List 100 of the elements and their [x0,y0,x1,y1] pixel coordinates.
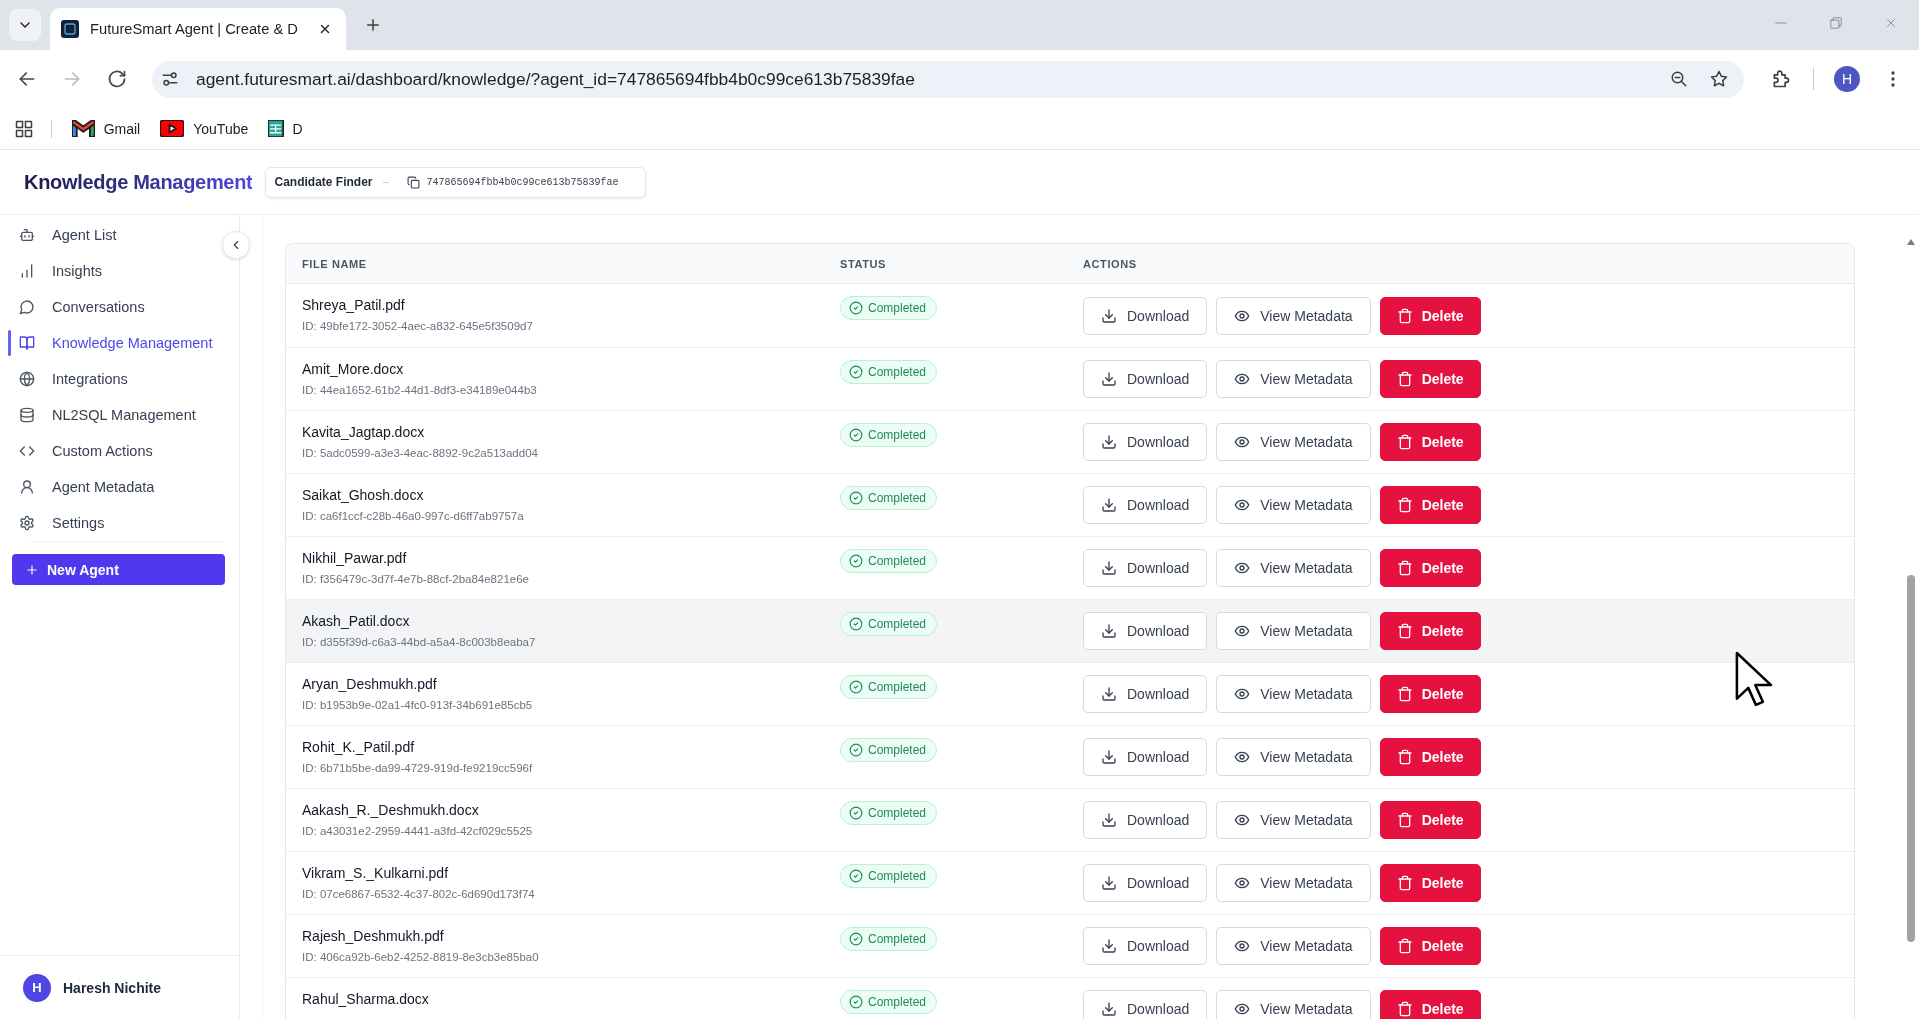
delete-button[interactable]: Delete [1379,296,1481,335]
delete-button[interactable]: Delete [1379,549,1481,587]
browser-tab[interactable]: FutureSmart Agent | Create & D [50,8,346,50]
file-id: ID: a43031e2-2959-4441-a3fd-42cf029c5525 [302,824,534,839]
check-circle-icon [849,617,863,631]
user-avatar: H [23,973,51,1002]
mail-icon [72,120,95,137]
view-metadata-button[interactable]: View Metadata [1216,486,1371,524]
globe-icon [19,371,35,387]
delete-button[interactable]: Delete [1379,675,1481,713]
delete-button[interactable]: Delete [1379,486,1481,524]
back-arrow-icon[interactable] [17,69,37,89]
download-button[interactable]: Download [1083,801,1208,839]
copy-icon[interactable] [406,175,420,189]
column-header: FILE NAME [302,257,367,270]
status-label: Completed [868,995,927,1009]
sidebar-item[interactable]: Integrations [0,361,213,397]
bookmark-link[interactable]: YouTube [160,120,249,137]
sheet-icon [268,120,284,137]
view-metadata-button[interactable]: View Metadata [1216,990,1371,1019]
bookmark-link[interactable]: Gmail [72,120,141,137]
delete-button[interactable]: Delete [1379,360,1481,398]
download-button[interactable]: Download [1083,423,1208,461]
puzzle-icon[interactable] [1771,69,1791,89]
download-button[interactable]: Download [1083,738,1208,776]
trash-icon [1396,307,1413,324]
download-icon [1101,497,1117,513]
delete-button[interactable]: Delete [1379,864,1481,902]
bookmark-link[interactable]: D [268,120,303,137]
download-button[interactable]: Download [1083,486,1208,524]
delete-button[interactable]: Delete [1379,738,1481,776]
view-metadata-button[interactable]: View Metadata [1216,675,1371,713]
file-name: Saikat_Ghosh.docx [302,486,425,504]
scrollbar-thumb[interactable] [1907,575,1915,942]
file-id: ID: 406ca92b-6eb2-4252-8819-8e3cb3e85ba0 [302,950,540,965]
download-button[interactable]: Download [1083,927,1208,965]
eye-icon [1234,1001,1251,1017]
trash-icon [1396,371,1413,387]
new-tab-plus-icon[interactable] [364,16,382,34]
sidebar-item[interactable]: Agent Metadata [0,469,213,505]
download-button[interactable]: Download [1083,864,1208,902]
sidebar-item[interactable]: Insights [0,253,213,289]
view-metadata-button[interactable]: View Metadata [1216,801,1371,839]
trash-icon [1396,1001,1413,1017]
address-field[interactable]: agent.futuresmart.ai/dashboard/knowledge/?agent_id=747865694fbb4b0c99ce613b75839fae [152,60,1744,98]
delete-button[interactable]: Delete [1379,801,1481,839]
chat-bubble-icon [19,299,35,315]
tab-search-button[interactable] [9,9,41,41]
view-metadata-button[interactable]: View Metadata [1216,612,1371,650]
apps-grid-icon[interactable] [15,119,33,138]
eye-icon [1234,560,1251,576]
sidebar-item[interactable]: Custom Actions [0,433,213,469]
eye-icon [1234,686,1251,702]
site-settings-icon[interactable] [161,70,179,88]
download-button[interactable]: Download [1083,549,1208,587]
profile-avatar[interactable]: H [1834,66,1860,92]
trash-icon [1396,623,1413,639]
check-circle-icon [849,491,863,505]
delete-button[interactable]: Delete [1379,612,1481,650]
view-metadata-button[interactable]: View Metadata [1216,549,1371,587]
star-icon[interactable] [1710,70,1728,88]
view-metadata-button[interactable]: View Metadata [1216,423,1371,461]
sidebar-item[interactable]: Conversations [0,289,213,325]
settings-icon [19,515,35,531]
sidebar-item[interactable]: Settings [0,505,213,541]
view-metadata-button[interactable]: View Metadata [1216,738,1371,776]
view-metadata-button[interactable]: View Metadata [1216,927,1371,965]
file-id: ID: ca6f1ccf-c28b-46a0-997c-d6ff7ab9757a [302,509,525,524]
view-metadata-button[interactable]: View Metadata [1216,864,1371,902]
download-icon [1101,434,1117,450]
reload-icon[interactable] [107,69,127,89]
delete-button[interactable]: Delete [1379,927,1481,965]
download-button[interactable]: Download [1083,675,1208,713]
download-button[interactable]: Download [1083,612,1208,650]
check-circle-icon [849,932,863,946]
close-icon[interactable] [318,22,332,36]
view-metadata-button[interactable]: View Metadata [1216,296,1371,335]
view-metadata-button[interactable]: View Metadata [1216,360,1371,398]
file-name: Amit_More.docx [302,360,405,378]
sidebar-item[interactable]: Agent List [0,217,213,253]
download-icon [1101,812,1117,828]
download-button[interactable]: Download [1083,360,1208,398]
download-icon [1101,686,1117,702]
eye-icon [1234,938,1251,954]
file-name: Kavita_Jagtap.docx [302,423,426,441]
scroll-up-icon[interactable] [1906,237,1916,247]
sidebar-item[interactable]: NL2SQL Management [0,397,213,433]
open-book-icon [19,335,35,351]
file-id: ID: f356479c-3d7f-4e7b-88cf-2ba84e821e6e [302,572,530,587]
delete-button[interactable]: Delete [1379,990,1481,1019]
download-button[interactable]: Download [1083,990,1208,1019]
delete-button[interactable]: Delete [1379,423,1481,461]
download-button[interactable]: Download [1083,296,1208,335]
new-agent-button[interactable]: New Agent [12,554,225,585]
sidebar-item[interactable]: Knowledge Management [0,325,213,361]
zoom-out-icon[interactable] [1670,70,1688,88]
user-icon [19,479,35,495]
agent-name: Candidate Finder [274,175,373,189]
check-circle-icon [849,365,863,379]
column-header: ACTIONS [1083,257,1137,270]
